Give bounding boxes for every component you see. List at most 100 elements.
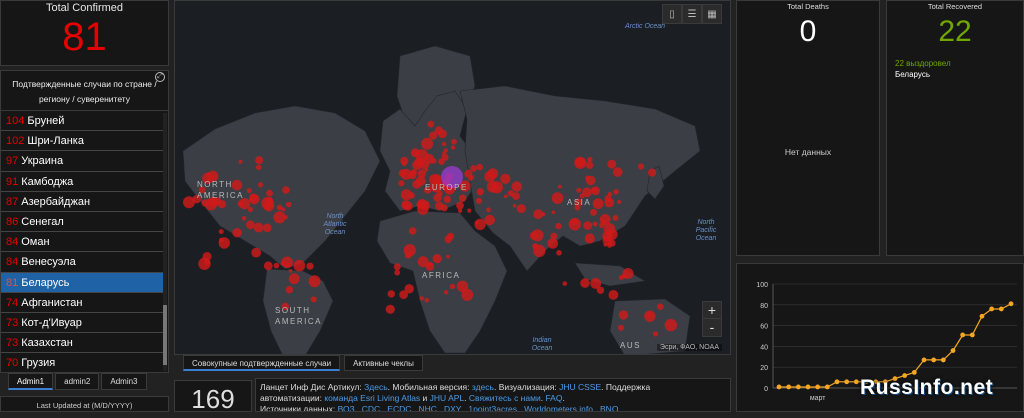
map-tab-2[interactable]: Активные чеклы xyxy=(344,355,423,371)
map-tab-1[interactable]: Совокупные подтвержденные случаи xyxy=(183,355,341,371)
case-marker[interactable] xyxy=(293,259,306,272)
country-row[interactable]: 81 Беларусь xyxy=(1,272,164,293)
case-marker[interactable] xyxy=(486,207,491,213)
case-marker[interactable] xyxy=(232,228,242,238)
case-marker[interactable] xyxy=(664,318,677,332)
country-row[interactable]: 91 Камбоджа xyxy=(1,172,164,192)
contact-link[interactable]: Свяжитесь с нами xyxy=(469,393,541,403)
case-marker[interactable] xyxy=(416,200,426,210)
country-row[interactable]: 86 Сенегал xyxy=(1,212,164,233)
case-marker[interactable] xyxy=(599,222,605,228)
case-marker[interactable] xyxy=(511,181,522,192)
case-marker[interactable] xyxy=(237,200,244,207)
faq-link[interactable]: FAQ xyxy=(545,393,562,403)
qr-icon[interactable]: ▦ xyxy=(702,4,722,24)
case-marker[interactable] xyxy=(204,259,211,265)
case-marker[interactable] xyxy=(486,181,499,193)
sources-links[interactable]: ВОЗ , CDC , ECDC , NHC , DXY , 1point3ac… xyxy=(338,404,619,411)
case-marker[interactable] xyxy=(487,168,499,179)
case-marker[interactable] xyxy=(617,324,624,331)
case-marker[interactable] xyxy=(401,161,407,167)
case-marker[interactable] xyxy=(288,269,293,273)
case-marker[interactable] xyxy=(574,156,587,169)
country-row[interactable]: 73 Казахстан xyxy=(1,333,164,354)
case-marker[interactable] xyxy=(241,216,247,221)
case-marker[interactable] xyxy=(558,184,562,189)
case-marker[interactable] xyxy=(562,281,568,286)
case-marker[interactable] xyxy=(441,141,447,147)
case-marker[interactable] xyxy=(282,186,290,194)
case-marker[interactable] xyxy=(427,120,435,128)
case-marker[interactable] xyxy=(400,168,412,180)
case-marker[interactable] xyxy=(266,197,273,205)
country-row[interactable]: 102 Шри-Ланка xyxy=(1,131,164,152)
country-row[interactable]: 73 Кот-д'Ивуар xyxy=(1,313,164,334)
data-point[interactable] xyxy=(940,357,946,363)
case-marker[interactable] xyxy=(612,215,619,221)
case-marker[interactable] xyxy=(249,193,258,202)
case-marker[interactable] xyxy=(592,221,598,227)
case-marker[interactable] xyxy=(612,167,623,177)
case-marker[interactable] xyxy=(443,148,448,153)
country-row[interactable]: 84 Оман xyxy=(1,232,164,253)
mobile-link[interactable]: здесь xyxy=(472,382,494,392)
data-point[interactable] xyxy=(815,384,821,390)
case-marker[interactable] xyxy=(504,194,508,199)
data-point[interactable] xyxy=(776,384,782,390)
case-marker[interactable] xyxy=(218,229,224,235)
case-marker[interactable] xyxy=(476,163,484,171)
scrollbar-thumb[interactable] xyxy=(163,305,167,365)
case-marker[interactable] xyxy=(288,273,300,285)
case-marker[interactable] xyxy=(443,290,449,295)
case-marker[interactable] xyxy=(421,137,434,150)
country-row[interactable]: 87 Азербайджан xyxy=(1,192,164,212)
case-marker[interactable] xyxy=(585,175,596,186)
esri-link[interactable]: команда Esri Living Atlas xyxy=(324,393,420,403)
case-marker[interactable] xyxy=(608,290,619,300)
case-marker[interactable] xyxy=(443,195,451,203)
case-marker[interactable] xyxy=(587,156,593,163)
case-marker[interactable] xyxy=(417,256,429,268)
zoom-in-button[interactable]: + xyxy=(703,302,721,319)
case-marker[interactable] xyxy=(475,197,482,204)
case-marker[interactable] xyxy=(512,203,517,208)
case-marker[interactable] xyxy=(516,204,526,214)
case-marker[interactable] xyxy=(257,182,264,188)
case-marker[interactable] xyxy=(385,304,395,314)
country-list-scrollbar[interactable] xyxy=(163,113,167,371)
case-marker[interactable] xyxy=(621,273,627,279)
case-marker[interactable] xyxy=(394,269,401,276)
case-marker[interactable] xyxy=(484,214,495,226)
case-marker[interactable] xyxy=(387,290,395,298)
case-marker[interactable] xyxy=(470,165,477,172)
case-marker[interactable] xyxy=(550,232,558,240)
case-marker[interactable] xyxy=(404,284,414,294)
case-marker[interactable] xyxy=(255,156,264,165)
case-marker[interactable] xyxy=(412,180,422,189)
case-marker[interactable] xyxy=(592,198,604,210)
case-marker[interactable] xyxy=(398,180,405,187)
data-point[interactable] xyxy=(1008,301,1014,307)
case-marker[interactable] xyxy=(617,199,622,204)
case-marker[interactable] xyxy=(653,331,659,337)
case-marker[interactable] xyxy=(285,201,292,208)
jhu-csse-link[interactable]: JHU CSSE xyxy=(559,382,601,392)
case-marker[interactable] xyxy=(603,242,608,247)
case-marker[interactable] xyxy=(648,168,657,177)
case-marker[interactable] xyxy=(432,254,442,264)
bookmark-icon[interactable]: ▯ xyxy=(662,4,682,24)
case-marker[interactable] xyxy=(273,211,286,224)
case-marker[interactable] xyxy=(403,244,416,257)
case-marker[interactable] xyxy=(218,237,230,249)
data-point[interactable] xyxy=(998,306,1004,312)
case-marker[interactable] xyxy=(280,261,286,266)
case-marker[interactable] xyxy=(458,194,467,202)
case-marker[interactable] xyxy=(438,129,447,139)
case-marker[interactable] xyxy=(469,175,475,180)
case-marker[interactable] xyxy=(440,204,448,212)
expand-icon[interactable]: ⤢ xyxy=(155,72,165,82)
article-link[interactable]: Здесь xyxy=(364,382,388,392)
jhu-apl-link[interactable]: JHU APL xyxy=(430,393,465,403)
case-marker[interactable] xyxy=(551,210,556,214)
case-marker[interactable] xyxy=(285,286,294,294)
